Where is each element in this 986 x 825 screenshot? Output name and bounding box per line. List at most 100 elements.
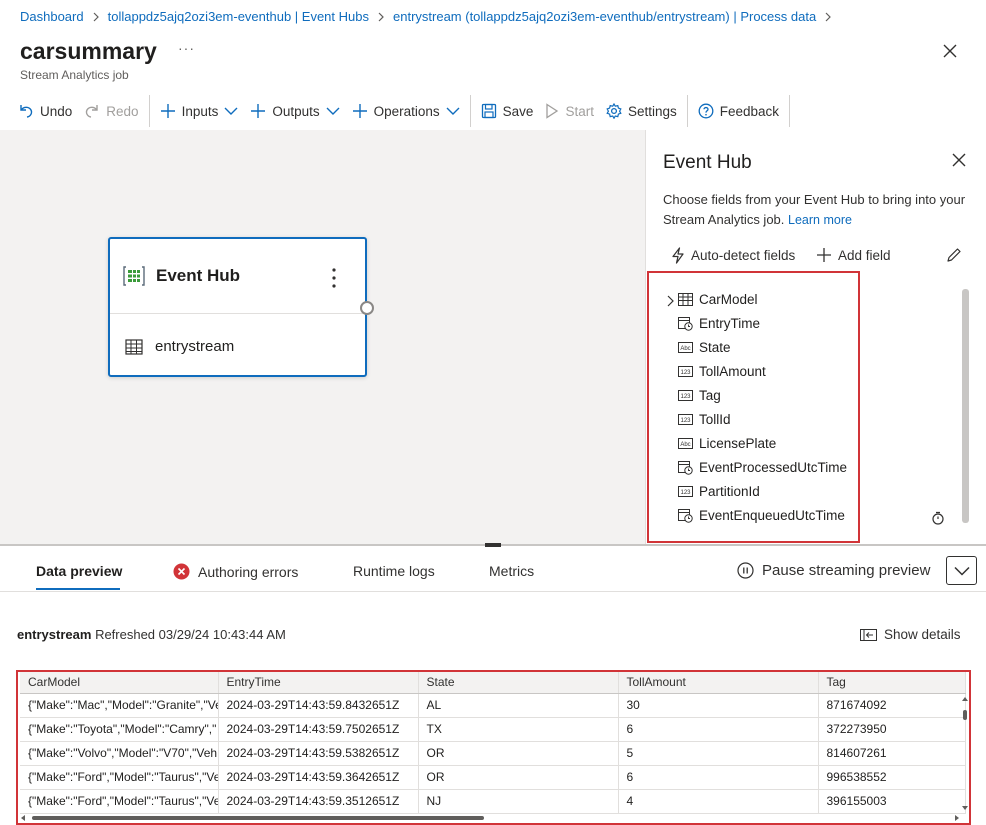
node-output-port[interactable] <box>360 301 374 315</box>
pause-icon <box>737 562 754 579</box>
breadcrumb-event-hubs[interactable]: tollappdz5ajq2ozi3em-eventhub | Event Hu… <box>108 9 369 24</box>
start-label: Start <box>565 103 594 119</box>
table-row[interactable]: {"Make":"Volvo","Model":"V70","Veh 2024-… <box>20 741 966 766</box>
undo-icon <box>20 105 33 118</box>
edit-icon[interactable] <box>946 247 962 263</box>
field-item[interactable]: 123 TollAmount <box>678 364 766 379</box>
chevron-down-icon <box>953 566 970 576</box>
datetime-icon <box>678 461 693 475</box>
field-item[interactable]: 123 Tag <box>678 388 721 403</box>
table-cell: 2024-03-29T14:43:59.7502651Z <box>218 717 419 742</box>
svg-text:123: 123 <box>680 370 691 376</box>
field-item[interactable]: EventEnqueuedUtcTime <box>678 508 845 523</box>
splitter-grip[interactable] <box>485 543 501 547</box>
outputs-button[interactable]: Outputs <box>244 95 345 127</box>
table-cell: 396155003 <box>818 789 966 814</box>
add-field-button[interactable]: Add field <box>816 247 891 263</box>
number-icon: 123 <box>678 486 693 497</box>
collapse-pane-button[interactable] <box>946 556 977 585</box>
table-cell: OR <box>418 765 619 790</box>
svg-text:123: 123 <box>680 418 691 424</box>
column-header[interactable]: State <box>418 672 619 694</box>
svg-text:Abc: Abc <box>680 442 690 448</box>
column-header[interactable]: TollAmount <box>618 672 819 694</box>
tab-authoring-errors-label: Authoring errors <box>198 563 299 580</box>
redo-button[interactable]: Redo <box>78 95 144 127</box>
close-icon[interactable] <box>952 153 966 167</box>
more-options-button[interactable]: ··· <box>178 40 195 56</box>
table-row[interactable]: {"Make":"Ford","Model":"Taurus","Ve 2024… <box>20 765 966 790</box>
show-details-button[interactable]: Show details <box>860 627 961 642</box>
inputs-button[interactable]: Inputs <box>154 95 245 127</box>
breadcrumb-dashboard[interactable]: Dashboard <box>20 9 84 24</box>
save-label: Save <box>502 103 534 119</box>
undo-label: Undo <box>40 103 73 119</box>
panel-scrollbar[interactable] <box>962 289 969 523</box>
operations-button[interactable]: Operations <box>346 95 466 127</box>
settings-button[interactable]: Settings <box>600 95 683 127</box>
string-icon: Abc <box>678 342 693 353</box>
table-cell: {"Make":"Toyota","Model":"Camry"," <box>20 717 219 742</box>
feedback-button[interactable]: Feedback <box>692 95 785 127</box>
table-row[interactable]: {"Make":"Mac","Model":"Granite","Ve 2024… <box>20 693 966 718</box>
event-hub-panel: Event Hub Choose fields from your Event … <box>645 130 986 544</box>
save-button[interactable]: Save <box>475 95 540 127</box>
field-item[interactable]: 123 TollId <box>678 412 731 427</box>
table-cell: {"Make":"Ford","Model":"Taurus","Ve <box>20 765 219 790</box>
tab-authoring-errors[interactable]: Authoring errors <box>173 563 298 580</box>
field-name: TollId <box>699 412 731 427</box>
tab-metrics[interactable]: Metrics <box>489 563 534 579</box>
tab-data-preview[interactable]: Data preview <box>36 563 122 579</box>
field-name: PartitionId <box>699 484 760 499</box>
undo-button[interactable]: Undo <box>12 95 78 127</box>
datetime-icon <box>678 317 693 331</box>
field-item[interactable]: EventProcessedUtcTime <box>678 460 847 475</box>
number-icon: 123 <box>678 414 693 425</box>
table-row[interactable]: {"Make":"Toyota","Model":"Camry"," 2024-… <box>20 717 966 742</box>
learn-more-link[interactable]: Learn more <box>788 213 852 227</box>
chevron-right-icon[interactable] <box>665 295 675 307</box>
preview-source-name: entrystream <box>17 627 92 642</box>
toolbar-divider <box>148 95 150 127</box>
table-row[interactable]: {"Make":"Ford","Model":"Taurus","Ve 2024… <box>20 789 966 814</box>
grid-vertical-scrollbar[interactable] <box>961 696 969 811</box>
field-item[interactable]: CarModel <box>678 292 758 307</box>
column-header[interactable]: EntryTime <box>218 672 419 694</box>
timer-icon[interactable] <box>931 511 945 525</box>
tab-runtime-logs[interactable]: Runtime logs <box>353 563 435 579</box>
feedback-label: Feedback <box>719 103 780 119</box>
node-input-name: entrystream <box>155 338 235 355</box>
table-cell: OR <box>418 741 619 766</box>
breadcrumb-process-data[interactable]: entrystream (tollappdz5ajq2ozi3em-eventh… <box>393 9 816 24</box>
play-icon <box>546 103 559 119</box>
datetime-icon <box>678 509 693 523</box>
gear-icon <box>606 103 622 119</box>
field-item[interactable]: Abc State <box>678 340 731 355</box>
auto-detect-fields-button[interactable]: Auto-detect fields <box>671 247 795 264</box>
panel-description: Choose fields from your Event Hub to bri… <box>663 190 973 230</box>
column-header[interactable]: Tag <box>818 672 966 694</box>
event-hub-node[interactable]: Event Hub entrystream <box>108 237 367 377</box>
table-cell: 372273950 <box>818 717 966 742</box>
table-cell: 5 <box>618 741 819 766</box>
table-cell: 2024-03-29T14:43:59.5382651Z <box>218 741 419 766</box>
field-item[interactable]: 123 PartitionId <box>678 484 760 499</box>
grid-horizontal-scrollbar[interactable] <box>20 813 960 823</box>
more-vertical-icon[interactable] <box>330 267 338 289</box>
toolbar-divider <box>789 95 791 127</box>
table-cell: 996538552 <box>818 765 966 790</box>
chevron-down-icon <box>446 107 460 115</box>
active-tab-indicator <box>36 588 120 590</box>
table-icon <box>678 293 693 306</box>
page-subtitle: Stream Analytics job <box>20 68 129 82</box>
close-icon[interactable] <box>942 43 958 59</box>
start-button[interactable]: Start <box>539 95 600 127</box>
table-cell: AL <box>418 693 619 718</box>
field-item[interactable]: EntryTime <box>678 316 760 331</box>
pause-streaming-preview-button[interactable]: Pause streaming preview <box>737 562 930 579</box>
field-item[interactable]: Abc LicensePlate <box>678 436 776 451</box>
column-header[interactable]: CarModel <box>20 672 219 694</box>
field-name: TollAmount <box>699 364 766 379</box>
table-cell: 4 <box>618 789 819 814</box>
table-cell: 2024-03-29T14:43:59.8432651Z <box>218 693 419 718</box>
